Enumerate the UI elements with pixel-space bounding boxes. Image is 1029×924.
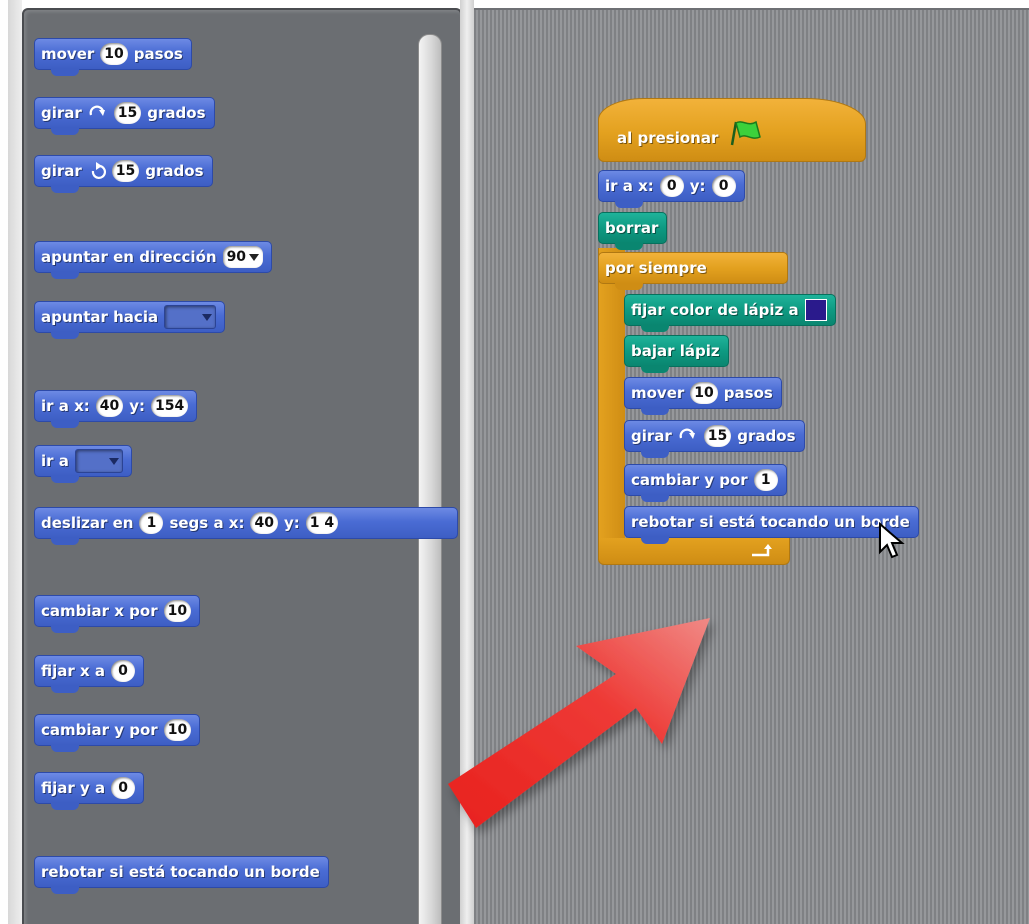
palette-block-bounce[interactable]: rebotar si está tocando un borde — [34, 856, 329, 894]
y-change-input[interactable]: 10 — [163, 719, 192, 741]
x-input[interactable]: 40 — [250, 512, 278, 534]
block-label: borrar — [605, 219, 659, 237]
palette-block-point-towards[interactable]: apuntar hacia — [34, 301, 226, 339]
block-label: por siempre — [605, 259, 707, 277]
steps-input[interactable]: 10 — [100, 43, 128, 65]
x-change-input[interactable]: 10 — [163, 600, 192, 622]
script-block-set-pen-color[interactable]: fijar color de lápiz a — [624, 294, 836, 332]
block-label: y: — [283, 514, 300, 532]
block-label: pasos — [133, 45, 183, 63]
rotate-clockwise-icon — [679, 428, 695, 439]
y-input[interactable]: 154 — [151, 395, 189, 417]
rotate-clockwise-icon — [89, 105, 105, 116]
scratch-editor: mover 10 pasos girar 15 grados girar 15 … — [0, 0, 1029, 924]
mouse-cursor-icon — [879, 522, 905, 559]
block-label: cambiar y por — [41, 721, 158, 739]
block-label: mover — [41, 45, 95, 63]
forever-loop-arm — [598, 248, 625, 560]
block-label: ir a — [41, 452, 69, 470]
chevron-down-icon — [202, 313, 213, 321]
palette-block-set-x[interactable]: fijar x a 0 — [34, 655, 145, 693]
palette-block-glide[interactable]: deslizar en 1 segs a x: 40 y: 1 4 — [34, 507, 458, 545]
y-input[interactable]: 1 4 — [305, 512, 339, 534]
loop-arrow-icon — [752, 544, 772, 557]
degrees-input[interactable]: 15 — [111, 160, 140, 182]
block-label: grados — [147, 104, 206, 122]
block-label: fijar y a — [41, 779, 106, 797]
hat-label: al presionar — [617, 129, 719, 147]
block-label: girar — [41, 162, 82, 180]
block-label: ir a x: — [41, 397, 90, 415]
block-label: segs a x: — [169, 514, 245, 532]
x-input[interactable]: 40 — [95, 395, 124, 417]
block-label: grados — [737, 427, 796, 445]
script-block-pen-down[interactable]: bajar lápiz — [624, 335, 729, 373]
pen-color-swatch[interactable] — [804, 299, 827, 321]
block-label: girar — [41, 104, 82, 122]
palette-block-go-to-xy[interactable]: ir a x: 40 y: 154 — [34, 390, 198, 428]
red-arrow-annotation — [448, 618, 710, 828]
script-block-change-y[interactable]: cambiar y por 1 — [624, 464, 787, 502]
block-label: apuntar hacia — [41, 308, 159, 326]
target-dropdown[interactable] — [74, 449, 123, 473]
block-label: grados — [145, 162, 204, 180]
block-label: apuntar en dirección — [41, 248, 217, 266]
script-block-go-to-xy[interactable]: ir a x: 0 y: 0 — [598, 170, 745, 208]
y-input[interactable]: 0 — [711, 175, 736, 197]
palette-block-move[interactable]: mover 10 pasos — [34, 38, 192, 76]
script-block-clear[interactable]: borrar — [598, 212, 668, 250]
block-label: y: — [689, 177, 706, 195]
palette-block-go-to[interactable]: ir a — [34, 445, 132, 483]
palette-block-turn-left[interactable]: girar 15 grados — [34, 155, 213, 193]
x-value-input[interactable]: 0 — [111, 660, 136, 682]
block-label: rebotar si está tocando un borde — [631, 513, 910, 531]
block-label: bajar lápiz — [631, 342, 720, 360]
palette-block-point-in-direction[interactable]: apuntar en dirección 90 — [34, 241, 273, 279]
y-value-input[interactable]: 0 — [111, 777, 136, 799]
block-label: mover — [631, 384, 685, 402]
script-block-bounce[interactable]: rebotar si está tocando un borde — [624, 506, 919, 544]
target-dropdown[interactable] — [164, 305, 217, 329]
block-label: cambiar x por — [41, 602, 158, 620]
palette-edge — [8, 0, 22, 924]
block-label: girar — [631, 427, 672, 445]
block-label: y: — [129, 397, 146, 415]
script-block-forever[interactable]: por siempre — [598, 252, 788, 290]
x-input[interactable]: 0 — [659, 175, 684, 197]
block-label: ir a x: — [605, 177, 654, 195]
y-change-input[interactable]: 1 — [753, 469, 778, 491]
block-label: pasos — [723, 384, 773, 402]
seconds-input[interactable]: 1 — [139, 512, 164, 534]
direction-dropdown[interactable]: 90 — [222, 246, 264, 268]
chevron-down-icon — [108, 457, 119, 465]
block-label: deslizar en — [41, 514, 134, 532]
block-label: cambiar y por — [631, 471, 748, 489]
palette-block-change-x[interactable]: cambiar x por 10 — [34, 595, 201, 633]
palette-scrollbar[interactable] — [418, 34, 442, 924]
palette-block-set-y[interactable]: fijar y a 0 — [34, 772, 145, 810]
palette-block-turn-right[interactable]: girar 15 grados — [34, 97, 215, 135]
block-label: rebotar si está tocando un borde — [41, 863, 320, 881]
degrees-input[interactable]: 15 — [703, 425, 732, 447]
steps-input[interactable]: 10 — [690, 382, 718, 404]
degrees-input[interactable]: 15 — [113, 102, 142, 124]
direction-value: 90 — [226, 249, 247, 265]
palette-block-change-y[interactable]: cambiar y por 10 — [34, 714, 201, 752]
chevron-down-icon — [249, 253, 260, 261]
script-block-turn-right[interactable]: girar 15 grados — [624, 420, 805, 458]
block-label: fijar color de lápiz a — [631, 301, 799, 319]
rotate-counterclockwise-icon — [91, 162, 106, 179]
green-flag-icon — [731, 120, 762, 146]
when-flag-clicked-hat[interactable]: al presionar — [598, 98, 866, 162]
script-block-move[interactable]: mover 10 pasos — [624, 377, 782, 415]
block-label: fijar x a — [41, 662, 106, 680]
